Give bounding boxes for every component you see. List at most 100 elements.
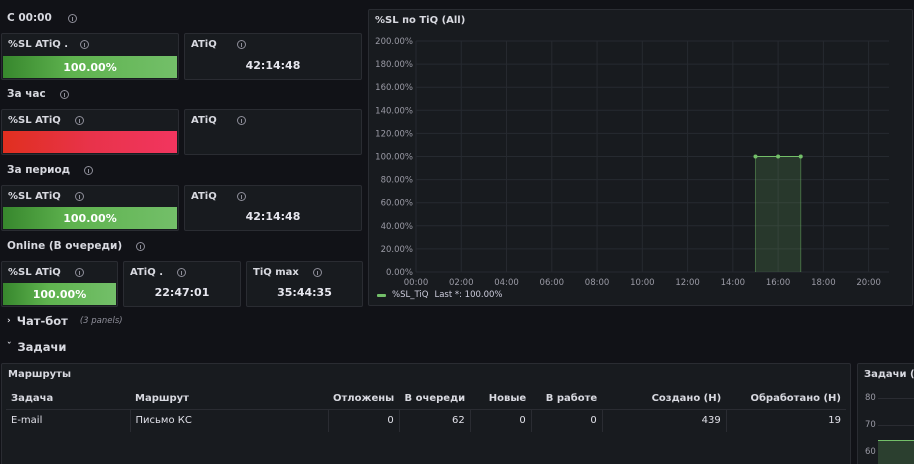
routes-table-container: Задача Маршрут Отложены В очереди Новые …: [6, 388, 846, 432]
info-icon[interactable]: [74, 268, 84, 277]
info-icon[interactable]: [236, 116, 246, 125]
series-area: [755, 156, 801, 272]
y-tick-label: 40.00%: [381, 222, 413, 232]
data-point: [753, 154, 758, 159]
info-icon[interactable]: [74, 192, 84, 201]
panel-title-text: Маршруты: [8, 369, 71, 380]
info-icon[interactable]: [80, 40, 90, 49]
column-header-deferred[interactable]: Отложены: [328, 388, 400, 410]
x-tick-label: 20:00: [856, 278, 881, 288]
y-tick-label: 200.00%: [375, 37, 413, 47]
panel-title-text: %SL ATiQ: [8, 191, 61, 202]
stat-panel-sl-atiq[interactable]: %SL ATiQ: [1, 109, 179, 155]
row-title-text: Задачи: [17, 340, 67, 354]
legend-series-name: %SL_TiQ: [392, 290, 429, 300]
info-icon[interactable]: [236, 40, 246, 49]
stat-panel-atiq[interactable]: ATiQ 42:14:48: [184, 33, 362, 80]
series-area: [878, 440, 914, 464]
panel-title: Маршруты: [8, 369, 71, 380]
info-icon[interactable]: [177, 268, 186, 277]
table-cell: 0: [328, 409, 400, 432]
table-cell: 62: [399, 409, 471, 432]
info-icon[interactable]: [312, 268, 322, 277]
stat-value-bar: 100.00%: [3, 56, 177, 78]
section-title-text: За час: [7, 88, 46, 100]
x-tick-label: 12:00: [675, 278, 700, 288]
info-icon[interactable]: [67, 13, 77, 23]
legend-last-value: Last *: 100.00%: [434, 290, 503, 300]
y-tick-label: 120.00%: [375, 129, 413, 139]
table-cell: E-mail: [6, 409, 131, 432]
column-header-route[interactable]: Маршрут: [130, 388, 328, 410]
info-icon[interactable]: [236, 192, 246, 201]
x-tick-label: 10:00: [630, 278, 655, 288]
x-tick-label: 18:00: [811, 278, 836, 288]
y-tick-label: 160.00%: [375, 83, 413, 93]
section-title-since-midnight: С 00:00: [7, 12, 77, 24]
stat-panel-sl-atiq[interactable]: %SL ATiQ 100.00%: [1, 261, 118, 307]
stat-panel-sl-atiq[interactable]: %SL ATiQ 100.00%: [1, 185, 179, 231]
info-icon[interactable]: [59, 89, 69, 99]
chart-panel-sl-tiq[interactable]: %SL по TiQ (All) 0.00% 20.00% 40.00% 60.00%…: [368, 9, 913, 306]
panel-title-text: Задачи (All: [864, 369, 914, 380]
panel-title-text: ATiQ: [191, 115, 217, 126]
y-tick-label: 70: [865, 420, 876, 430]
section-title-text: Online (В очереди): [7, 240, 123, 252]
panel-title-text: ATiQ: [191, 191, 217, 202]
table-header-row: Задача Маршрут Отложены В очереди Новые …: [6, 388, 846, 410]
x-tick-label: 08:00: [585, 278, 610, 288]
y-tick-label: 60.00%: [381, 199, 413, 209]
table-cell: Письмо КС: [130, 409, 329, 432]
panel-title-text: ATiQ .: [130, 267, 163, 278]
x-tick-label: 04:00: [494, 278, 519, 288]
x-tick-label: 14:00: [721, 278, 746, 288]
panel-title: %SL ATiQ .: [8, 39, 90, 50]
stat-panel-tiq-max[interactable]: TiQ max 35:44:35: [246, 261, 363, 307]
row-tasks[interactable]: ˇ Задачи: [7, 340, 66, 354]
routes-table[interactable]: Задача Маршрут Отложены В очереди Новые …: [6, 388, 846, 432]
column-header-in-progress[interactable]: В работе: [531, 388, 603, 410]
row-panel-count: (3 panels): [79, 316, 123, 326]
x-tick-label: 02:00: [449, 278, 474, 288]
y-tick-label: 180.00%: [375, 60, 413, 70]
panel-title: ATiQ: [191, 39, 246, 50]
column-header-processed[interactable]: Обработано (Н): [726, 388, 846, 410]
panel-title: ATiQ .: [130, 267, 186, 278]
column-header-created[interactable]: Создано (Н): [602, 388, 727, 410]
stat-panel-atiq[interactable]: ATiQ . 22:47:01: [123, 261, 241, 307]
column-header-task[interactable]: Задача: [6, 388, 130, 410]
table-cell: 439: [602, 409, 727, 432]
data-point: [798, 154, 803, 159]
y-tick-label: 100.00%: [375, 153, 413, 163]
panel-title: TiQ max: [253, 267, 322, 278]
y-tick-label: 60: [865, 447, 876, 457]
data-point: [776, 154, 781, 159]
stat-value: 42:14:48: [245, 210, 301, 223]
tasks-chart-panel[interactable]: Задачи (All 80 70 60: [857, 363, 914, 464]
info-icon[interactable]: [136, 241, 146, 251]
x-tick-label: 06:00: [540, 278, 565, 288]
stat-value-bar: [3, 131, 177, 153]
info-icon[interactable]: [74, 116, 84, 125]
panel-title: ATiQ: [191, 115, 246, 126]
y-tick-label: 20.00%: [381, 245, 413, 255]
stat-panel-atiq[interactable]: ATiQ 42:14:48: [184, 185, 362, 231]
panel-title-text: ATiQ: [191, 39, 217, 50]
panel-title-text: %SL ATiQ .: [8, 39, 69, 50]
stat-panel-sl-atiq[interactable]: %SL ATiQ . 100.00%: [1, 33, 179, 80]
timeseries-chart[interactable]: 0.00% 20.00% 40.00% 60.00% 80.00% 100.00% 120.…: [369, 10, 914, 307]
panel-title: Задачи (All: [864, 369, 914, 380]
info-icon[interactable]: [84, 165, 94, 175]
stat-panel-atiq[interactable]: ATiQ: [184, 109, 362, 155]
stat-value-bar: 100.00%: [3, 283, 116, 305]
y-tick-label: 80: [865, 393, 876, 403]
routes-table-panel[interactable]: Маршруты Задача Маршрут Отложены В очере…: [1, 363, 851, 464]
column-header-in-queue[interactable]: В очереди: [399, 388, 471, 410]
chart-legend[interactable]: %SL_TiQ Last *: 100.00%: [377, 290, 503, 300]
panel-title-text: %SL ATiQ: [8, 115, 61, 126]
panel-title: %SL ATiQ: [8, 115, 84, 126]
column-header-new[interactable]: Новые: [470, 388, 532, 410]
table-row[interactable]: E-mail Письмо КС 0 62 0 0 439 19: [6, 409, 846, 432]
stat-value: 100.00%: [32, 287, 87, 301]
row-chatbot[interactable]: › Чат-бот (3 panels): [7, 314, 123, 328]
